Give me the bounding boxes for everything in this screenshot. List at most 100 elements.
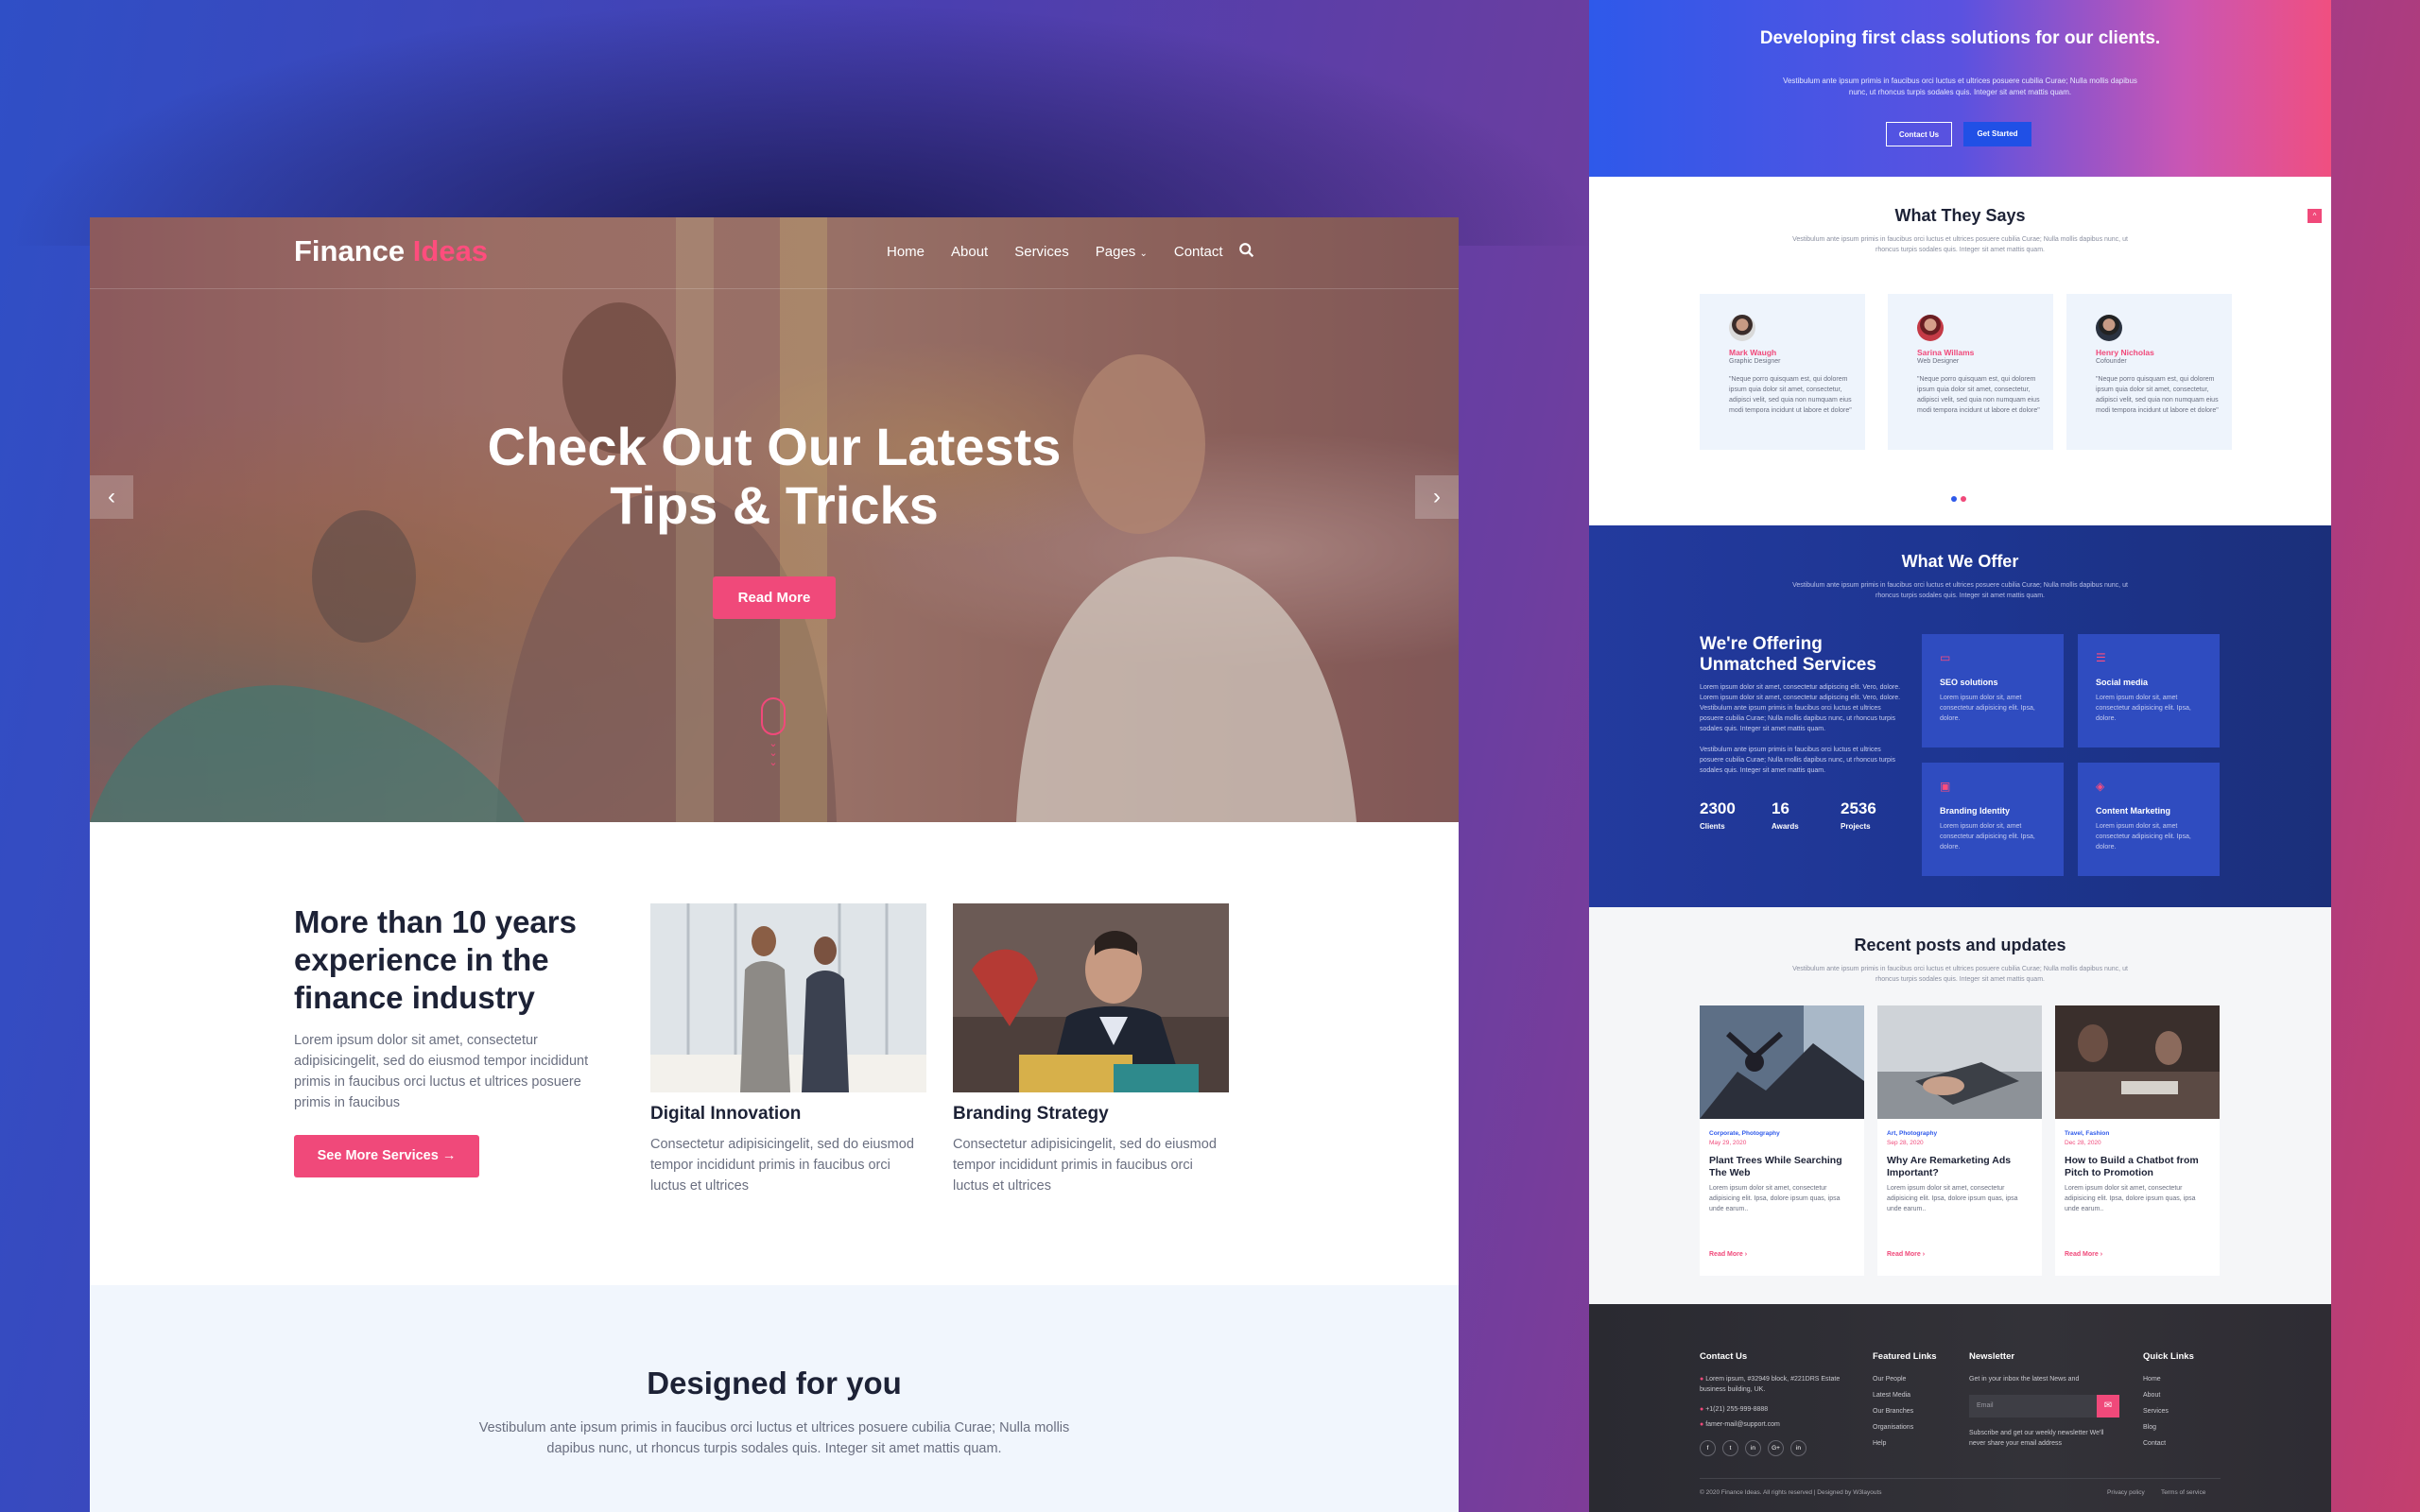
offer-title: What We Offer	[1901, 552, 2019, 571]
read-more-button[interactable]: Read More	[713, 576, 836, 619]
testimonial-quote: "Neque porro quisquam est, qui dolorem i…	[1917, 376, 2040, 414]
newsletter-submit-button[interactable]: ✉	[2097, 1395, 2119, 1418]
footer-heading: Contact Us	[1700, 1351, 1748, 1362]
contact-us-button[interactable]: Contact Us	[1886, 122, 1952, 146]
testimonial-quote: "Neque porro quisquam est, qui dolorem i…	[2096, 376, 2219, 414]
post-title[interactable]: Plant Trees While Searching The Web	[1709, 1155, 1851, 1179]
post-image	[1877, 1005, 2042, 1119]
post-date: Sep 28, 2020	[1887, 1140, 1924, 1146]
scroll-mouse-icon[interactable]	[761, 697, 786, 735]
service-card[interactable]: Branding Strategy Consectetur adipisicin…	[953, 903, 1229, 1196]
footer-phone[interactable]: ● +1(21) 255-999-8888	[1700, 1404, 1768, 1415]
footer-link[interactable]: Help	[1873, 1438, 1886, 1449]
nav-contact[interactable]: Contact	[1174, 244, 1223, 260]
twitter-icon[interactable]: t	[1722, 1440, 1738, 1456]
read-more-link[interactable]: Read More ›	[1887, 1251, 1925, 1258]
footer-link[interactable]: About	[2143, 1390, 2160, 1400]
service-title: Digital Innovation	[650, 1104, 802, 1124]
database-icon: ☰	[2096, 651, 2106, 664]
footer-heading: Featured Links	[1873, 1351, 1937, 1362]
post-title[interactable]: How to Build a Chatbot from Pitch to Pro…	[2065, 1155, 2206, 1179]
posts-title: Recent posts and updates	[1854, 936, 2066, 954]
offer-heading: We're Offering Unmatched Services	[1700, 634, 1876, 675]
service-card[interactable]: Digital Innovation Consectetur adipisici…	[650, 903, 926, 1196]
offer-card[interactable]: ☰ Social media Lorem ipsum dolor sit, am…	[2078, 634, 2220, 747]
footer: Contact Us ● Lorem ipsum, #32949 block, …	[1589, 1304, 2331, 1512]
privacy-link[interactable]: Privacy policy	[2107, 1489, 2145, 1496]
post-category[interactable]: Travel, Fashion	[2065, 1130, 2109, 1137]
see-more-services-button[interactable]: See More Services →	[294, 1135, 479, 1177]
facebook-icon[interactable]: f	[1700, 1440, 1716, 1456]
logo[interactable]: Finance Ideas	[294, 234, 488, 268]
search-icon[interactable]	[1238, 242, 1255, 259]
read-more-link[interactable]: Read More ›	[2065, 1251, 2102, 1258]
service-text: Consectetur adipisicingelit, sed do eius…	[650, 1137, 914, 1194]
terms-link[interactable]: Terms of service	[2161, 1489, 2205, 1496]
carousel-dot[interactable]	[1961, 496, 1966, 502]
post-card[interactable]: Corporate, Photography May 29, 2020 Plan…	[1700, 1005, 1864, 1276]
carousel-dot[interactable]	[1951, 496, 1957, 502]
slider-next-button[interactable]: ›	[1415, 475, 1459, 519]
nav-services[interactable]: Services	[1014, 244, 1069, 260]
footer-heading: Quick Links	[2143, 1351, 2194, 1362]
homepage-preview: Finance Ideas Home About Services Pages …	[90, 217, 1459, 1512]
nav-pages[interactable]: Pages ⌄	[1096, 244, 1148, 260]
newsletter-text: Get in your inbox the latest News and	[1969, 1376, 2080, 1383]
hero-slider: Finance Ideas Home About Services Pages …	[90, 217, 1459, 822]
offer-card[interactable]: ▣ Branding Identity Lorem ipsum dolor si…	[1922, 763, 2064, 876]
nav-home[interactable]: Home	[887, 244, 925, 260]
stat-awards: 16 Awards	[1772, 799, 1799, 831]
post-card[interactable]: Art, Photography Sep 28, 2020 Why Are Re…	[1877, 1005, 2042, 1276]
cube-icon: ◈	[2096, 780, 2105, 793]
testimonial-role: Web Designer	[1917, 358, 1960, 365]
testimonial-card: Mark Waugh Graphic Designer "Neque porro…	[1700, 294, 1865, 450]
testimonial-role: Cofounder	[2096, 358, 2127, 365]
linkedin-icon[interactable]: in	[1790, 1440, 1806, 1456]
testimonial-quote: "Neque porro quisquam est, qui dolorem i…	[1729, 376, 1852, 414]
slider-prev-button[interactable]: ‹	[90, 475, 133, 519]
background-glow	[0, 0, 1607, 246]
testimonial-role: Graphic Designer	[1729, 358, 1781, 365]
avatar	[1729, 315, 1755, 341]
newsletter-email-input[interactable]: Email	[1969, 1395, 2097, 1418]
chevron-down-icon: ⌄	[1139, 249, 1148, 259]
offer-card[interactable]: ◈ Content Marketing Lorem ipsum dolor si…	[2078, 763, 2220, 876]
nav-about[interactable]: About	[951, 244, 988, 260]
footer-link[interactable]: Organisations	[1873, 1422, 1913, 1433]
post-card[interactable]: Travel, Fashion Dec 28, 2020 How to Buil…	[2055, 1005, 2220, 1276]
service-image	[953, 903, 1229, 1092]
post-category[interactable]: Corporate, Photography	[1709, 1130, 1780, 1137]
post-date: May 29, 2020	[1709, 1140, 1747, 1146]
footer-divider	[1700, 1478, 2221, 1479]
offer-card[interactable]: ▭ SEO solutions Lorem ipsum dolor sit, a…	[1922, 634, 2064, 747]
footer-link[interactable]: Latest Media	[1873, 1390, 1910, 1400]
footer-link[interactable]: Our Branches	[1873, 1406, 1913, 1417]
instagram-icon[interactable]: in	[1745, 1440, 1761, 1456]
read-more-link[interactable]: Read More ›	[1709, 1251, 1747, 1258]
avatar	[1917, 315, 1944, 341]
testimonial-card: Henry Nicholas Cofounder "Neque porro qu…	[2066, 294, 2232, 450]
section-title: Designed for you	[647, 1366, 902, 1400]
post-date: Dec 28, 2020	[2065, 1140, 2101, 1146]
footer-link[interactable]: Contact	[2143, 1438, 2166, 1449]
cta-banner: Developing first class solutions for our…	[1589, 0, 2331, 177]
footer-heading: Newsletter	[1969, 1351, 2015, 1362]
footer-link[interactable]: Blog	[2143, 1422, 2156, 1433]
post-category[interactable]: Art, Photography	[1887, 1130, 1937, 1137]
posts-subtitle: Vestibulum ante ipsum primis in faucibus…	[1792, 966, 2128, 983]
footer-link[interactable]: Home	[2143, 1374, 2161, 1384]
testimonial-card: Sarina Willams Web Designer "Neque porro…	[1888, 294, 2053, 450]
phone-icon: ●	[1700, 1406, 1704, 1413]
testimonial-name: Sarina Willams	[1917, 348, 1975, 357]
post-title[interactable]: Why Are Remarketing Ads Important?	[1887, 1155, 2029, 1179]
cta-text: Vestibulum ante ipsum primis in faucibus…	[1783, 77, 2137, 96]
stat-projects: 2536 Projects	[1841, 799, 1876, 831]
footer-link[interactable]: Services	[2143, 1406, 2169, 1417]
footer-link[interactable]: Our People	[1873, 1374, 1906, 1384]
google-plus-icon[interactable]: G+	[1768, 1440, 1784, 1456]
footer-email[interactable]: ● famer-mail@support.com	[1700, 1419, 1780, 1430]
homepage-preview-long: Developing first class solutions for our…	[1589, 0, 2331, 1512]
get-started-button[interactable]: Get Started	[1963, 122, 2031, 146]
avatar	[2096, 315, 2122, 341]
location-icon: ●	[1700, 1376, 1704, 1383]
